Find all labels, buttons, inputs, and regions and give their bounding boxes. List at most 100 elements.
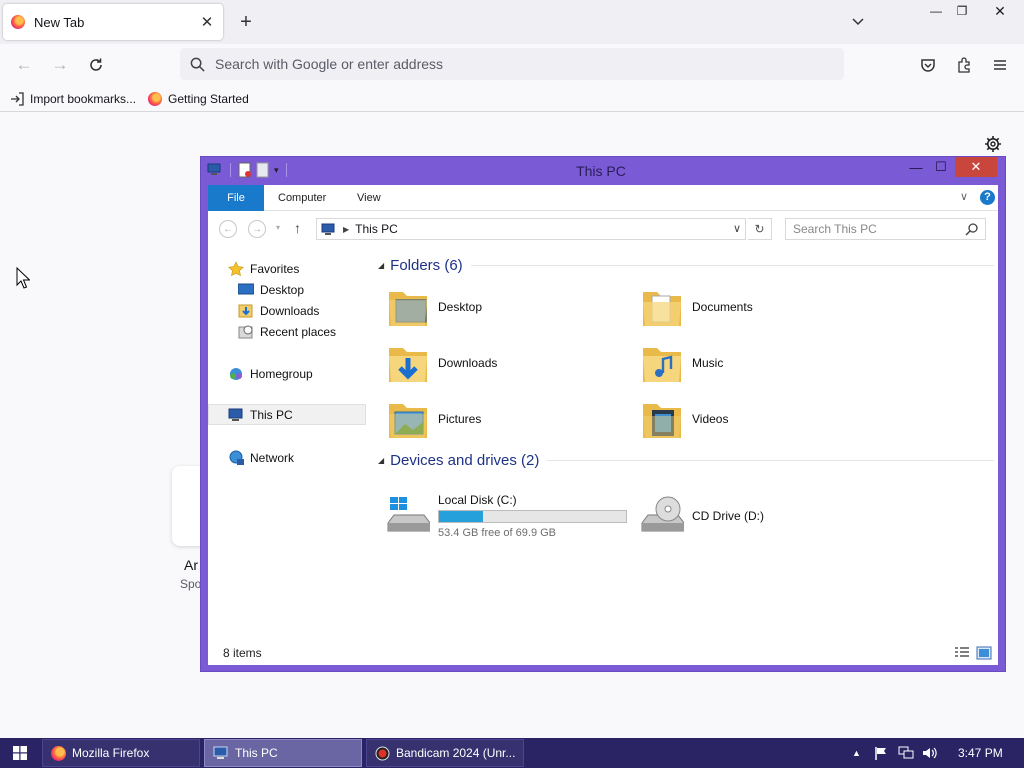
network-icon[interactable] xyxy=(898,738,914,768)
address-input[interactable]: ▶ This PC ∨ xyxy=(316,218,746,240)
nav-recent-places[interactable]: Recent places xyxy=(208,321,366,342)
collapse-icon[interactable]: ◢ xyxy=(378,261,384,270)
pocket-icon[interactable] xyxy=(914,52,942,78)
bookmark-import[interactable]: Import bookmarks... xyxy=(10,92,136,106)
restore-icon[interactable]: ❐ xyxy=(946,0,978,22)
folder-label: Documents xyxy=(692,300,753,314)
homegroup-icon xyxy=(228,366,244,382)
bookmark-label: Import bookmarks... xyxy=(30,91,137,106)
folder-pictures[interactable]: Pictures xyxy=(386,394,626,444)
collapse-icon[interactable]: ◢ xyxy=(378,456,384,465)
folders-group-header[interactable]: ◢ Folders (6) xyxy=(378,257,994,274)
tab-new-tab[interactable]: New Tab ✕ xyxy=(3,4,223,40)
extensions-icon[interactable] xyxy=(950,52,978,78)
refresh-icon[interactable]: ↻ xyxy=(748,218,772,240)
nav-label: This PC xyxy=(250,407,293,422)
nav-network[interactable]: Network xyxy=(208,447,366,468)
details-view-icon[interactable] xyxy=(954,646,970,660)
forward-icon[interactable]: → xyxy=(248,220,266,238)
taskbar-firefox[interactable]: Mozilla Firefox xyxy=(42,739,200,767)
firefox-icon xyxy=(11,15,25,29)
gear-icon[interactable] xyxy=(984,135,1002,153)
browser-tab-bar: New Tab ✕ + — ❐ ✕ xyxy=(0,0,1024,44)
drive-local-disk-c[interactable]: Local Disk (C:) 53.4 GB free of 69.9 GB xyxy=(386,491,646,541)
music-folder-icon xyxy=(643,348,681,382)
navigation-pane: Favorites Desktop Downloads Recent place… xyxy=(208,255,368,635)
close-window-icon[interactable]: ✕ xyxy=(984,0,1016,22)
nav-this-pc[interactable]: This PC xyxy=(208,404,366,425)
group-title: Folders (6) xyxy=(390,257,463,274)
mouse-cursor-icon xyxy=(16,267,30,289)
folder-desktop[interactable]: Desktop xyxy=(386,282,626,332)
minimize-icon[interactable]: — xyxy=(905,157,927,177)
firefox-icon xyxy=(148,91,163,106)
folder-downloads[interactable]: Downloads xyxy=(386,338,626,388)
search-icon xyxy=(190,57,205,72)
forward-icon[interactable]: → xyxy=(46,52,74,78)
nav-label: Recent places xyxy=(260,324,337,339)
maximize-icon[interactable]: ☐ xyxy=(929,157,953,177)
top-site-subtitle: Spo xyxy=(180,577,202,591)
documents-folder-icon xyxy=(643,292,681,326)
volume-icon[interactable] xyxy=(922,738,938,768)
close-tab-icon[interactable]: ✕ xyxy=(199,13,215,31)
folder-label: Desktop xyxy=(438,300,483,314)
new-tab-button[interactable]: + xyxy=(236,10,256,34)
large-icons-view-icon[interactable] xyxy=(976,646,992,660)
nav-homegroup[interactable]: Homegroup xyxy=(208,363,366,384)
drives-group-header[interactable]: ◢ Devices and drives (2) xyxy=(378,452,994,469)
address-text: This PC xyxy=(355,222,398,236)
record-icon xyxy=(375,746,390,761)
flag-icon[interactable] xyxy=(874,738,888,768)
drive-label: Local Disk (C:) xyxy=(438,493,517,507)
recent-locations-icon[interactable]: ▾ xyxy=(276,223,280,232)
nav-desktop[interactable]: Desktop xyxy=(208,279,366,300)
nav-downloads[interactable]: Downloads xyxy=(208,300,366,321)
expand-ribbon-icon[interactable]: ∨ xyxy=(960,190,968,203)
folder-music[interactable]: Music xyxy=(640,338,880,388)
list-all-tabs-icon[interactable] xyxy=(850,13,866,29)
back-icon[interactable]: ← xyxy=(219,220,237,238)
tab-computer[interactable]: Computer xyxy=(264,185,340,211)
top-site-title: Ar xyxy=(184,557,198,573)
close-icon[interactable]: ✕ xyxy=(955,157,997,177)
taskbar: Mozilla Firefox This PC Bandicam 2024 (U… xyxy=(0,738,1024,768)
search-input[interactable]: Search This PC xyxy=(785,218,986,240)
breadcrumb-chevron-icon: ▶ xyxy=(343,224,350,234)
ribbon-tabs: File Computer View ∨ ? xyxy=(208,185,998,211)
tab-file[interactable]: File xyxy=(208,185,264,211)
computer-icon xyxy=(228,407,244,423)
folder-videos[interactable]: Videos xyxy=(640,394,880,444)
drive-usage-fill xyxy=(439,511,484,522)
browser-nav-bar: ← → Search with Google or enter address xyxy=(0,44,1024,86)
reload-icon[interactable] xyxy=(82,52,110,78)
bookmarks-toolbar: Import bookmarks... Getting Started xyxy=(0,86,1024,112)
menu-icon[interactable] xyxy=(986,52,1014,78)
address-dropdown-icon[interactable]: ∨ xyxy=(733,222,741,235)
drive-cd-d[interactable]: CD Drive (D:) xyxy=(640,491,880,541)
folder-documents[interactable]: Documents xyxy=(640,282,880,332)
tab-title: New Tab xyxy=(34,14,85,30)
desktop-folder-icon xyxy=(389,292,427,326)
recent-places-icon xyxy=(238,324,254,340)
up-icon[interactable]: ↑ xyxy=(294,220,301,236)
show-hidden-icons-icon[interactable]: ▲ xyxy=(852,738,861,768)
taskbar-this-pc[interactable]: This PC xyxy=(204,739,362,767)
taskbar-label: Mozilla Firefox xyxy=(72,746,150,760)
taskbar-bandicam[interactable]: Bandicam 2024 (Unr... xyxy=(366,739,524,767)
nav-label: Favorites xyxy=(250,261,300,276)
url-placeholder: Search with Google or enter address xyxy=(215,56,444,72)
bookmark-getting-started[interactable]: Getting Started xyxy=(148,91,249,106)
nav-label: Desktop xyxy=(260,282,305,297)
start-button[interactable] xyxy=(0,738,40,768)
help-icon[interactable]: ? xyxy=(980,190,995,205)
tab-view[interactable]: View xyxy=(343,185,395,211)
nav-label: Downloads xyxy=(260,303,320,318)
clock[interactable]: 3:47 PM xyxy=(958,738,1003,768)
back-icon[interactable]: ← xyxy=(10,52,38,78)
nav-favorites[interactable]: Favorites xyxy=(208,258,366,279)
url-bar[interactable]: Search with Google or enter address xyxy=(180,48,844,80)
explorer-title-bar[interactable]: ▾ This PC — ☐ ✕ xyxy=(201,157,1005,185)
drive-label: CD Drive (D:) xyxy=(692,509,764,523)
explorer-title: This PC xyxy=(576,163,626,179)
